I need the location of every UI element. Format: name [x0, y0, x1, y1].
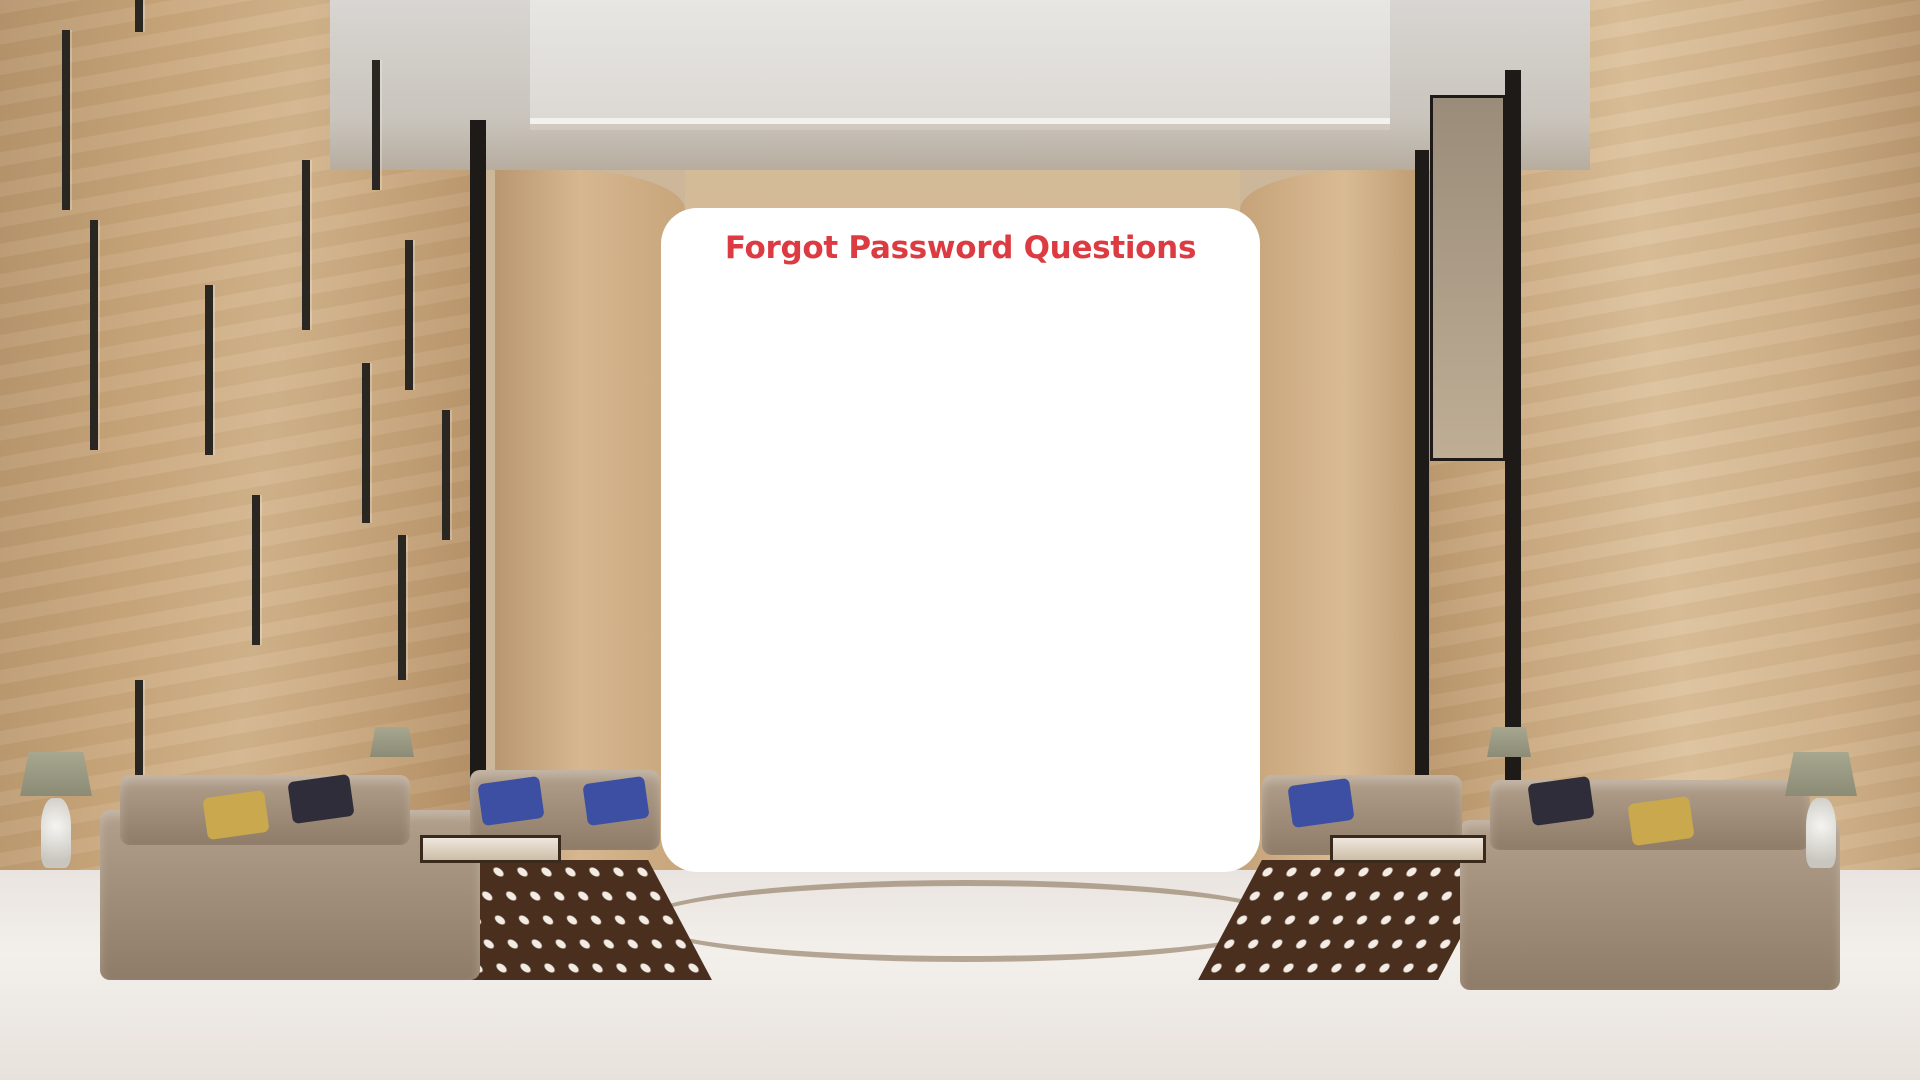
left-black-trim	[470, 120, 486, 780]
pillow	[1627, 795, 1695, 847]
wall-bar	[90, 220, 98, 450]
wall-bar	[398, 535, 406, 680]
wall-bar	[372, 60, 380, 190]
wall-bar	[405, 240, 413, 390]
pillow	[1527, 775, 1595, 827]
ceiling-recess	[530, 0, 1390, 118]
right-column	[1240, 170, 1430, 870]
wall-bar	[135, 0, 143, 32]
left-lamp-base	[41, 798, 71, 868]
right-black-trim	[1415, 150, 1429, 790]
pillow	[477, 775, 545, 827]
wall-bar	[362, 363, 370, 523]
right-coffee-table	[1330, 835, 1486, 863]
forgot-password-modal: Forgot Password Questions	[661, 208, 1260, 872]
right-black-trim-2	[1505, 70, 1521, 790]
left-coffee-table	[420, 835, 561, 863]
pillow	[582, 775, 650, 827]
right-lamp-shade	[1785, 752, 1857, 796]
left-lamp-shade	[20, 752, 92, 796]
wall-bar	[62, 30, 70, 210]
wall-bar	[205, 285, 213, 455]
glass-panel	[1430, 95, 1506, 461]
left-column	[495, 170, 685, 870]
floor-inlay	[640, 880, 1292, 962]
wall-bar	[252, 495, 260, 645]
wall-bar	[442, 410, 450, 540]
pillow	[287, 773, 355, 825]
ceiling	[330, 0, 1590, 170]
wall-bar	[302, 160, 310, 330]
right-lamp-base	[1806, 798, 1836, 868]
pillow	[1287, 777, 1355, 829]
lamp-shade	[370, 727, 414, 757]
modal-title: Forgot Password Questions	[724, 230, 1197, 266]
pillow	[202, 789, 270, 841]
lamp-shade	[1487, 727, 1531, 757]
